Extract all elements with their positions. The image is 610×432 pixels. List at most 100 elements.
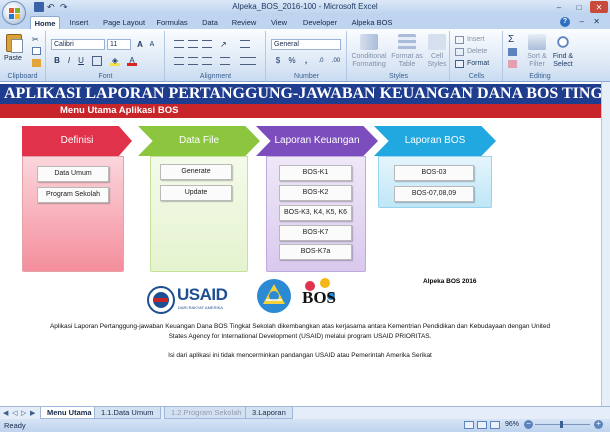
font-group-label: Font bbox=[98, 73, 113, 80]
comma-button[interactable]: , bbox=[301, 56, 311, 66]
decrease-indent-icon[interactable] bbox=[220, 57, 230, 65]
copy-icon[interactable] bbox=[32, 47, 41, 55]
cell-styles-button[interactable]: Cell Styles bbox=[424, 53, 450, 69]
percent-button[interactable]: % bbox=[287, 56, 297, 66]
tab-alpeka-bos[interactable]: Alpeka BOS bbox=[348, 16, 396, 29]
status-ready: Ready bbox=[4, 421, 26, 430]
align-left-icon[interactable] bbox=[174, 57, 184, 65]
laporan-keuangan-header: Laporan Keuangan bbox=[256, 126, 378, 156]
normal-view-icon[interactable] bbox=[464, 421, 474, 429]
decrease-decimal-button[interactable]: .00 bbox=[329, 56, 343, 66]
vertical-scrollbar[interactable] bbox=[601, 82, 610, 406]
merge-center-icon[interactable] bbox=[240, 57, 256, 65]
tab-view[interactable]: View bbox=[266, 16, 292, 29]
zoom-out-button[interactable]: − bbox=[524, 420, 533, 429]
sheet-tab-data-umum[interactable]: 1.1.Data Umum bbox=[94, 407, 161, 419]
format-cells-icon[interactable] bbox=[455, 60, 464, 68]
bos-k2-button[interactable]: BOS-K2 bbox=[279, 185, 352, 201]
page-layout-view-icon[interactable] bbox=[477, 421, 487, 429]
zoom-level[interactable]: 96% bbox=[505, 421, 519, 428]
format-cells-button[interactable]: Format bbox=[467, 60, 489, 67]
fill-color-icon[interactable]: ◈ bbox=[110, 56, 120, 66]
orientation-icon[interactable]: ↗ bbox=[220, 40, 230, 49]
cut-icon[interactable]: ✂ bbox=[32, 35, 41, 44]
zoom-slider-thumb[interactable] bbox=[560, 421, 563, 428]
align-bottom-icon[interactable] bbox=[202, 40, 212, 48]
generate-button[interactable]: Generate bbox=[160, 164, 232, 180]
prev-sheet-arrow-icon[interactable]: ◁ bbox=[12, 409, 17, 417]
delete-cells-icon[interactable] bbox=[455, 48, 464, 56]
worksheet[interactable]: APLIKASI LAPORAN PERTANGGUNG-JAWABAN KEU… bbox=[0, 82, 601, 406]
ribbon-close-button[interactable]: ✕ bbox=[593, 17, 600, 26]
align-middle-icon[interactable] bbox=[188, 40, 198, 48]
bos-k3-k6-button[interactable]: BOS-K3, K4, K5, K6 bbox=[279, 205, 352, 221]
tab-page-layout[interactable]: Page Layout bbox=[100, 16, 148, 29]
sort-filter-icon[interactable] bbox=[528, 34, 546, 50]
page-break-view-icon[interactable] bbox=[490, 421, 500, 429]
tab-developer[interactable]: Developer bbox=[298, 16, 342, 29]
align-right-icon[interactable] bbox=[202, 57, 212, 65]
clear-icon[interactable] bbox=[508, 60, 517, 68]
sheet-tab-laporan[interactable]: 3.Laporan bbox=[245, 407, 293, 419]
bold-button[interactable]: B bbox=[52, 56, 62, 66]
insert-cells-button[interactable]: Insert bbox=[467, 36, 485, 44]
office-button[interactable] bbox=[2, 1, 26, 25]
ribbon-minimize-button[interactable]: – bbox=[580, 17, 584, 26]
bos-k7a-button[interactable]: BOS-K7a bbox=[279, 244, 352, 260]
font-size-select[interactable]: 11 bbox=[107, 39, 131, 50]
tab-formulas[interactable]: Formulas bbox=[152, 16, 192, 29]
maximize-button[interactable]: □ bbox=[570, 1, 588, 13]
bos-k1-button[interactable]: BOS-K1 bbox=[279, 165, 352, 181]
minimize-button[interactable]: – bbox=[550, 1, 568, 13]
paste-button[interactable]: Paste bbox=[4, 55, 22, 62]
sheet-tab-menu-utama[interactable]: Menu Utama bbox=[40, 407, 99, 419]
shrink-font-button[interactable]: A bbox=[147, 40, 157, 50]
format-painter-icon[interactable] bbox=[32, 59, 41, 67]
font-name-select[interactable]: Calibri bbox=[51, 39, 105, 50]
autosum-button[interactable]: Σ bbox=[508, 34, 514, 45]
last-sheet-arrow-icon[interactable]: ▶ bbox=[30, 409, 35, 417]
delete-cells-button[interactable]: Delete bbox=[467, 48, 487, 56]
editing-group: Σ Sort & Filter Find & Select Editing bbox=[504, 31, 576, 81]
borders-icon[interactable] bbox=[92, 56, 102, 66]
bos-03-button[interactable]: BOS-03 bbox=[394, 165, 474, 181]
align-center-icon[interactable] bbox=[188, 57, 198, 65]
currency-button[interactable]: $ bbox=[273, 56, 283, 66]
close-button[interactable]: ✕ bbox=[590, 1, 608, 13]
format-as-table-button[interactable]: Format as Table bbox=[390, 53, 424, 69]
find-select-icon[interactable] bbox=[554, 34, 572, 50]
tab-home[interactable]: Home bbox=[30, 16, 60, 29]
program-sekolah-button[interactable]: Program Sekolah bbox=[37, 187, 109, 203]
underline-button[interactable]: U bbox=[76, 56, 86, 66]
bos-07-08-09-button[interactable]: BOS-07,08,09 bbox=[394, 186, 474, 202]
grow-font-button[interactable]: A bbox=[135, 40, 145, 50]
tab-review[interactable]: Review bbox=[228, 16, 260, 29]
help-icon[interactable]: ? bbox=[560, 17, 570, 27]
cells-group-label: Cells bbox=[468, 73, 485, 80]
align-top-icon[interactable] bbox=[174, 40, 184, 48]
cell-styles-icon[interactable] bbox=[428, 34, 446, 50]
next-sheet-arrow-icon[interactable]: ▷ bbox=[21, 409, 26, 417]
first-sheet-arrow-icon[interactable]: ◀ bbox=[3, 409, 8, 417]
find-select-button[interactable]: Find & Select bbox=[550, 53, 576, 69]
fill-icon[interactable] bbox=[508, 48, 517, 56]
zoom-in-button[interactable]: + bbox=[594, 420, 603, 429]
number-group: General $ % , .0 .00 Number bbox=[267, 31, 347, 81]
paste-icon[interactable] bbox=[6, 34, 23, 53]
wrap-text-icon[interactable] bbox=[240, 40, 250, 48]
update-button[interactable]: Update bbox=[160, 185, 232, 201]
tab-insert[interactable]: Insert bbox=[64, 16, 94, 29]
conditional-formatting-button[interactable]: Conditional Formatting bbox=[350, 53, 388, 69]
conditional-formatting-icon[interactable] bbox=[360, 34, 378, 50]
sort-filter-button[interactable]: Sort & Filter bbox=[524, 53, 550, 69]
sheet-tab-program-sekolah[interactable]: 1.2.Program Sekolah bbox=[164, 407, 249, 419]
tab-data[interactable]: Data bbox=[198, 16, 222, 29]
font-color-button[interactable]: A bbox=[127, 56, 137, 66]
increase-decimal-button[interactable]: .0 bbox=[315, 56, 327, 66]
data-umum-button[interactable]: Data Umum bbox=[37, 166, 109, 182]
bos-k7-button[interactable]: BOS-K7 bbox=[279, 225, 352, 241]
format-as-table-icon[interactable] bbox=[398, 34, 416, 50]
number-format-select[interactable]: General bbox=[271, 39, 341, 50]
insert-cells-icon[interactable] bbox=[455, 36, 464, 44]
italic-button[interactable]: I bbox=[64, 56, 74, 66]
